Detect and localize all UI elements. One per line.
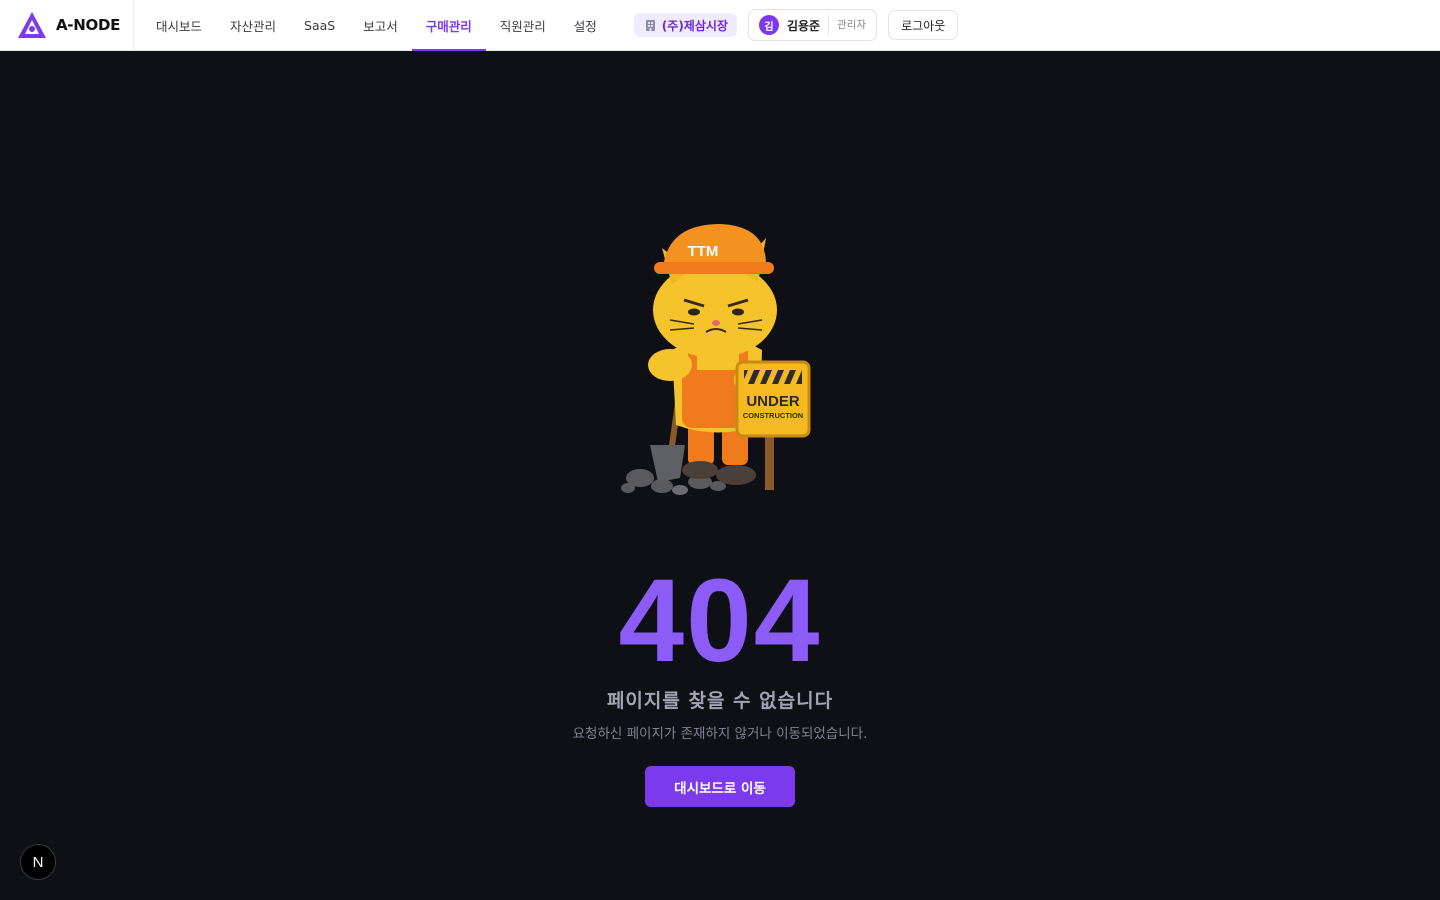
building-icon xyxy=(645,19,655,31)
nav-item-employees[interactable]: 직원관리 xyxy=(486,0,560,51)
nav-item-purchase[interactable]: 구매관리 xyxy=(411,0,486,51)
org-name: (주)제삼시장 xyxy=(661,18,728,33)
nextjs-icon: N xyxy=(32,853,44,871)
avatar: 김 xyxy=(758,15,779,35)
go-dashboard-button[interactable]: 대시보드로 이동 xyxy=(645,766,795,807)
helmet-text: TTM xyxy=(688,243,719,260)
user-name: 김용준 xyxy=(786,18,821,33)
org-badge[interactable]: (주)제삼시장 xyxy=(633,13,737,37)
top-navigation-bar: A-NODE 대시보드 자산관리 SaaS 보고서 구매관리 직원관리 설정 (… xyxy=(0,0,1440,51)
nav-item-reports[interactable]: 보고서 xyxy=(349,0,412,51)
brand-logo-icon xyxy=(18,12,46,38)
brand-name: A-NODE xyxy=(56,16,121,34)
user-menu[interactable]: 김 김용준 관리자 xyxy=(747,9,878,41)
main-nav: 대시보드 자산관리 SaaS 보고서 구매관리 직원관리 설정 xyxy=(142,0,611,51)
nav-item-saas[interactable]: SaaS xyxy=(290,0,349,51)
nav-item-assets[interactable]: 자산관리 xyxy=(216,0,290,51)
logout-button[interactable]: 로그아웃 xyxy=(888,10,959,40)
construction-cat-illustration: TTM UNDER CONSTRUCTION xyxy=(621,224,811,495)
sign-line-1: UNDER xyxy=(746,393,800,410)
error-description: 요청하신 페이지가 존재하지 않거나 이동되었습니다. xyxy=(572,726,868,742)
nav-item-dashboard[interactable]: 대시보드 xyxy=(142,0,216,51)
error-code: 404 xyxy=(618,555,822,687)
nextjs-dev-indicator[interactable]: N xyxy=(20,844,56,880)
brand[interactable]: A-NODE xyxy=(0,0,134,51)
sign-line-2: CONSTRUCTION xyxy=(743,411,803,420)
user-role: 관리자 xyxy=(828,15,866,35)
error-title: 페이지를 찾을 수 없습니다 xyxy=(606,690,834,712)
nav-item-settings[interactable]: 설정 xyxy=(560,0,611,51)
